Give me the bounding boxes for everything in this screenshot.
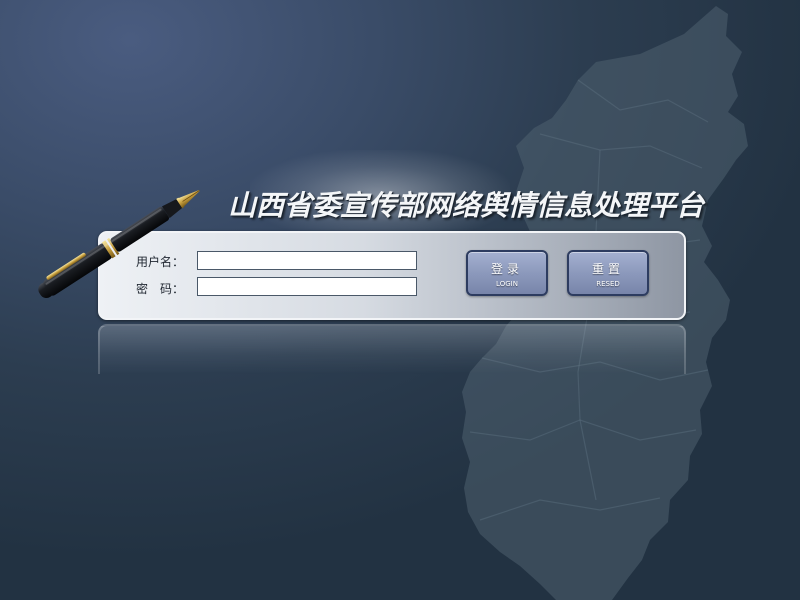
password-input[interactable]	[197, 277, 417, 296]
reset-button-label: 重置	[591, 262, 624, 276]
username-input[interactable]	[197, 251, 417, 270]
panel-reflection	[98, 324, 686, 374]
login-button-label: 登录	[490, 262, 523, 276]
reset-button[interactable]: 重置 RESED	[567, 250, 649, 296]
page-title: 山西省委宣传部网络舆情信息处理平台	[228, 189, 705, 222]
fountain-pen-icon	[38, 190, 200, 299]
reset-button-sublabel: RESED	[596, 280, 620, 288]
login-button-sublabel: LOGIN	[496, 280, 518, 288]
login-button[interactable]: 登录 LOGIN	[466, 250, 548, 296]
